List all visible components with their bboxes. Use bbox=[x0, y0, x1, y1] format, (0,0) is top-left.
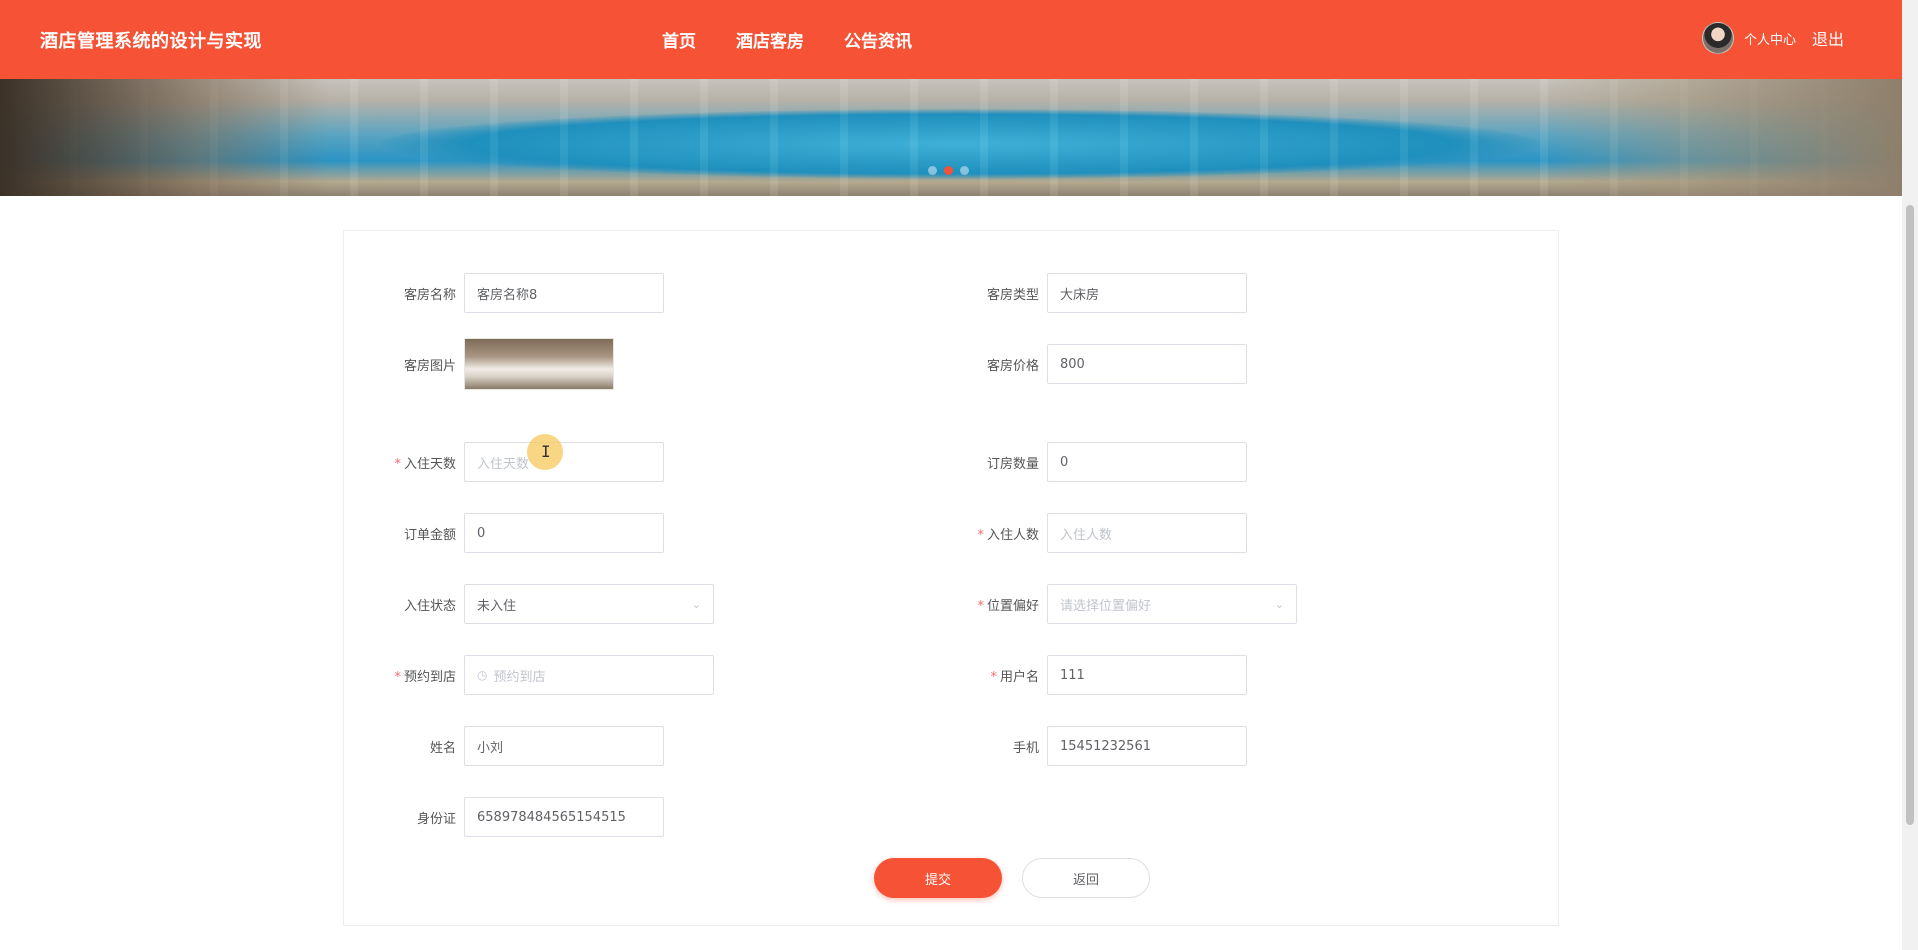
room-name-label: 客房名称 bbox=[403, 287, 456, 303]
clock-icon: ◷ bbox=[477, 668, 488, 682]
room-price-input[interactable]: 800 bbox=[1047, 344, 1247, 384]
required-mark: * bbox=[977, 527, 984, 543]
order-amount-label: 订单金额 bbox=[403, 527, 456, 543]
guest-count-field: * 入住人数 入住人数 bbox=[927, 513, 1247, 553]
room-name-field: 客房名称 客房名称8 bbox=[344, 273, 664, 313]
nav-home[interactable]: 首页 bbox=[662, 27, 696, 52]
checkin-status-value: 未入住 bbox=[477, 598, 517, 614]
chevron-down-icon: ⌄ bbox=[691, 597, 701, 611]
username-input[interactable]: 111 bbox=[1047, 655, 1247, 695]
stay-days-field: * 入住天数 入住天数 bbox=[344, 442, 664, 482]
id-card-field: 身份证 658978484565154515 bbox=[344, 797, 664, 837]
banner-left-shade bbox=[0, 79, 330, 196]
booking-qty-field: 订房数量 0 bbox=[927, 442, 1247, 482]
carousel-dot-1[interactable] bbox=[928, 166, 937, 175]
banner-carousel bbox=[0, 79, 1902, 196]
room-type-input[interactable]: 大床房 bbox=[1047, 273, 1247, 313]
main-nav: 首页 酒店客房 公告资讯 bbox=[662, 27, 912, 52]
carousel-dot-3[interactable] bbox=[960, 166, 969, 175]
booking-qty-label: 订房数量 bbox=[986, 456, 1039, 472]
room-type-label: 客房类型 bbox=[986, 287, 1039, 303]
cursor-indicator bbox=[527, 434, 563, 470]
carousel-indicators bbox=[928, 166, 969, 175]
booking-form-card: 客房名称 客房名称8 客房类型 大床房 客房图片 客房价格 800 * 入住天数 … bbox=[343, 230, 1559, 926]
required-mark: * bbox=[394, 456, 401, 472]
name-input[interactable]: 小刘 bbox=[464, 726, 664, 766]
room-image-field: 客房图片 bbox=[344, 338, 614, 390]
avatar[interactable] bbox=[1701, 22, 1734, 54]
site-title[interactable]: 酒店管理系统的设计与实现 bbox=[40, 27, 262, 53]
room-type-field: 客房类型 大床房 bbox=[927, 273, 1247, 313]
order-amount-field: 订单金额 0 bbox=[344, 513, 664, 553]
required-mark: * bbox=[977, 598, 984, 614]
phone-field: 手机 15451232561 bbox=[927, 726, 1247, 766]
phone-input[interactable]: 15451232561 bbox=[1047, 726, 1247, 766]
arrival-date-picker[interactable]: ◷ 预约到店 bbox=[464, 655, 714, 695]
arrival-placeholder: 预约到店 bbox=[493, 669, 546, 685]
user-center-link[interactable]: 个人中心 bbox=[1744, 29, 1796, 48]
nav-hotel-rooms[interactable]: 酒店客房 bbox=[736, 27, 804, 52]
phone-label: 手机 bbox=[1012, 740, 1039, 756]
arrival-label: * 预约到店 bbox=[394, 669, 456, 685]
chevron-down-icon: ⌄ bbox=[1274, 597, 1284, 611]
carousel-dot-2[interactable] bbox=[944, 166, 953, 175]
room-price-field: 客房价格 800 bbox=[927, 344, 1247, 384]
banner-right-shade bbox=[1542, 79, 1902, 196]
logout-link[interactable]: 退出 bbox=[1812, 26, 1844, 50]
name-field: 姓名 小刘 bbox=[344, 726, 664, 766]
id-card-label: 身份证 bbox=[416, 811, 456, 827]
required-mark: * bbox=[990, 669, 997, 685]
username-label: * 用户名 bbox=[990, 669, 1039, 685]
checkin-status-field: 入住状态 未入住 ⌄ bbox=[344, 584, 714, 624]
username-field: * 用户名 111 bbox=[927, 655, 1247, 695]
guest-count-input[interactable]: 入住人数 bbox=[1047, 513, 1247, 553]
submit-button[interactable]: 提交 bbox=[874, 858, 1002, 898]
location-pref-field: * 位置偏好 请选择位置偏好 ⌄ bbox=[927, 584, 1297, 624]
booking-qty-input[interactable]: 0 bbox=[1047, 442, 1247, 482]
user-area: 个人中心 退出 bbox=[1701, 22, 1844, 54]
name-label: 姓名 bbox=[429, 740, 456, 756]
stay-days-input[interactable]: 入住天数 bbox=[464, 442, 664, 482]
required-mark: * bbox=[394, 669, 401, 685]
room-price-label: 客房价格 bbox=[986, 358, 1039, 374]
back-button[interactable]: 返回 bbox=[1022, 858, 1150, 898]
location-pref-label: * 位置偏好 bbox=[977, 598, 1039, 614]
top-navbar: 酒店管理系统的设计与实现 首页 酒店客房 公告资讯 个人中心 退出 bbox=[0, 0, 1902, 79]
id-card-input[interactable]: 658978484565154515 bbox=[464, 797, 664, 837]
checkin-status-label: 入住状态 bbox=[403, 598, 456, 614]
location-pref-placeholder: 请选择位置偏好 bbox=[1060, 598, 1152, 614]
scrollbar-thumb[interactable] bbox=[1906, 205, 1914, 825]
stay-days-label: * 入住天数 bbox=[394, 456, 456, 472]
room-image-label: 客房图片 bbox=[403, 358, 456, 374]
arrival-field: * 预约到店 ◷ 预约到店 bbox=[344, 655, 714, 695]
order-amount-input[interactable]: 0 bbox=[464, 513, 664, 553]
room-image-thumbnail[interactable] bbox=[464, 338, 614, 390]
nav-announcements[interactable]: 公告资讯 bbox=[844, 27, 912, 52]
location-pref-select[interactable]: 请选择位置偏好 ⌄ bbox=[1047, 584, 1297, 624]
guest-count-label: * 入住人数 bbox=[977, 527, 1039, 543]
checkin-status-select[interactable]: 未入住 ⌄ bbox=[464, 584, 714, 624]
room-name-input[interactable]: 客房名称8 bbox=[464, 273, 664, 313]
